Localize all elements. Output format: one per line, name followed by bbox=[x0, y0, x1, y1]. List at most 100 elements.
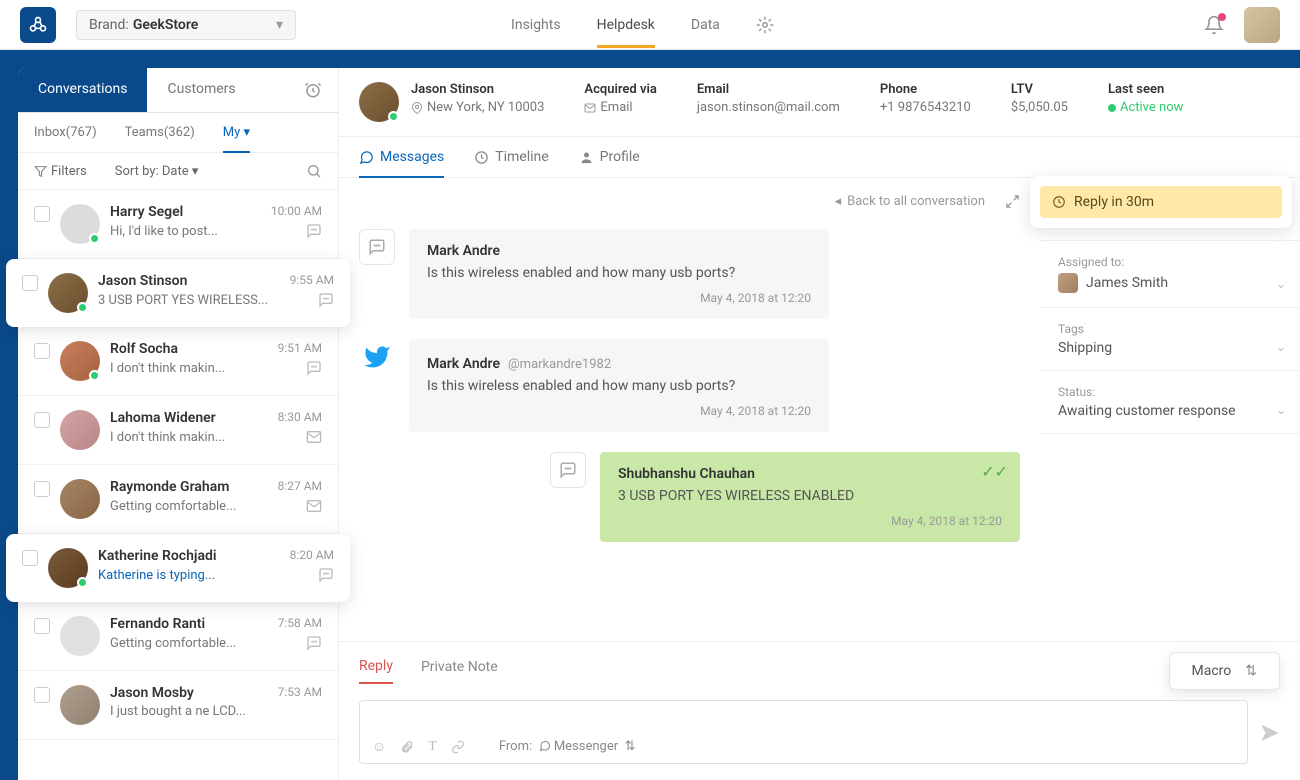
chat-icon bbox=[359, 150, 374, 165]
sort-button[interactable]: Sort by: Date ▾ bbox=[115, 164, 199, 179]
conversation-item[interactable]: Jason Stinson9:55 AM3 USB PORT YES WIREL… bbox=[6, 259, 350, 327]
gear-icon[interactable] bbox=[756, 16, 774, 34]
avatar bbox=[60, 341, 100, 381]
tab-profile[interactable]: Profile bbox=[579, 137, 640, 177]
time-label: 8:30 AM bbox=[278, 410, 322, 426]
app-logo[interactable] bbox=[20, 7, 56, 43]
filters-button[interactable]: Filters bbox=[34, 164, 87, 179]
checkbox[interactable] bbox=[34, 206, 50, 222]
emoji-icon[interactable]: ☺ bbox=[372, 738, 386, 755]
reminders-icon[interactable] bbox=[288, 68, 338, 112]
from-selector[interactable]: From: Messenger ⇅ bbox=[499, 739, 636, 754]
subtab-inbox[interactable]: Inbox(767) bbox=[34, 113, 97, 152]
time-label: 10:00 AM bbox=[271, 204, 322, 220]
filter-row: Filters Sort by: Date ▾ bbox=[18, 153, 338, 190]
expand-icon[interactable] bbox=[1005, 194, 1020, 209]
back-link[interactable]: ◂ Back to all conversation bbox=[835, 194, 985, 209]
conversation-item[interactable]: Rolf Socha9:51 AMI don't think makin... bbox=[18, 327, 338, 396]
tab-messages[interactable]: Messages bbox=[359, 137, 444, 177]
clock-icon bbox=[474, 150, 489, 165]
avatar bbox=[48, 273, 88, 313]
customer-name: Jason Stinson bbox=[411, 82, 544, 97]
conversation-item[interactable]: Harry Segel 10:00 AM Hi, I'd like to post.… bbox=[18, 190, 338, 259]
subtab-my[interactable]: My ▾ bbox=[223, 113, 250, 152]
channel-icon bbox=[318, 567, 334, 583]
checkbox[interactable] bbox=[22, 275, 38, 291]
presence-icon bbox=[89, 233, 100, 244]
chat-icon bbox=[550, 452, 586, 488]
detail-tabs: Messages Timeline Profile bbox=[339, 137, 1300, 178]
send-button[interactable]: ➤ bbox=[1258, 718, 1280, 748]
nav-helpdesk[interactable]: Helpdesk bbox=[597, 2, 655, 48]
customer-avatar bbox=[359, 82, 399, 122]
mail-icon bbox=[584, 102, 596, 114]
conversation-list: Harry Segel 10:00 AM Hi, I'd like to post.… bbox=[18, 190, 338, 780]
message-bubble: ✓✓ Shubhanshu Chauhan 3 USB PORT YES WIR… bbox=[600, 452, 1020, 542]
checkbox[interactable] bbox=[34, 412, 50, 428]
message-preview: Getting comfortable... bbox=[110, 499, 236, 514]
assigned-section[interactable]: Assigned to: James Smith ⌄ bbox=[1040, 241, 1300, 308]
twitter-icon bbox=[359, 339, 395, 375]
presence-icon bbox=[77, 302, 88, 313]
conversation-item[interactable]: Katherine Rochjadi8:20 AMKatherine is ty… bbox=[6, 534, 350, 602]
subtab-teams[interactable]: Teams(362) bbox=[125, 113, 195, 152]
right-sections: Assigned to: James Smith ⌄ Tags Shipping… bbox=[1040, 240, 1300, 434]
tab-conversations[interactable]: Conversations bbox=[18, 68, 147, 112]
tab-customers[interactable]: Customers bbox=[147, 68, 255, 112]
phone-label: Phone bbox=[880, 82, 971, 97]
chevron-down-icon: ⌄ bbox=[1276, 403, 1286, 417]
checkbox[interactable] bbox=[34, 618, 50, 634]
acquired-label: Acquired via bbox=[584, 82, 656, 97]
status-section[interactable]: Status: Awaiting customer response ⌄ bbox=[1040, 371, 1300, 434]
message-preview: Hi, I'd like to post... bbox=[110, 224, 218, 239]
tags-section[interactable]: Tags Shipping ⌄ bbox=[1040, 308, 1300, 371]
assignee-avatar bbox=[1058, 273, 1078, 293]
tab-timeline[interactable]: Timeline bbox=[474, 137, 548, 177]
message-preview: I don't think makin... bbox=[110, 361, 225, 376]
phone-value: +1 9876543210 bbox=[880, 100, 971, 115]
message-time: May 4, 2018 at 12:20 bbox=[427, 291, 811, 305]
checkbox[interactable] bbox=[34, 343, 50, 359]
message-bubble: Mark Andre Is this wireless enabled and … bbox=[409, 229, 829, 319]
delivered-icon: ✓✓ bbox=[981, 462, 1008, 481]
time-label: 9:51 AM bbox=[278, 341, 322, 357]
macro-button[interactable]: Macro⇅ bbox=[1169, 652, 1281, 690]
conversation-item[interactable]: Fernando Ranti7:58 AMGetting comfortable… bbox=[18, 602, 338, 671]
compose-box: ☺ T From: Messenger ⇅ ➤ bbox=[359, 700, 1280, 764]
contact-name: Jason Mosby bbox=[110, 685, 194, 701]
back-row: ◂ Back to all conversation bbox=[359, 194, 1020, 209]
sidebar-tabs: Conversations Customers bbox=[18, 68, 338, 113]
link-icon[interactable] bbox=[451, 740, 465, 754]
contact-name: Katherine Rochjadi bbox=[98, 548, 217, 564]
message-text: 3 USB PORT YES WIRELESS ENABLED bbox=[618, 488, 1002, 504]
chevron-down-icon: ▾ bbox=[276, 17, 283, 33]
tab-private-note[interactable]: Private Note bbox=[421, 659, 498, 683]
sidebar: Conversations Customers Inbox(767) Teams… bbox=[18, 68, 338, 780]
tab-reply[interactable]: Reply bbox=[359, 658, 393, 684]
notifications-button[interactable] bbox=[1204, 15, 1224, 35]
customer-location: New York, NY 10003 bbox=[411, 100, 544, 115]
message-item: Mark Andre@markandre1982 Is this wireles… bbox=[359, 339, 1020, 432]
chevron-down-icon: ▾ bbox=[192, 164, 199, 179]
attach-icon[interactable] bbox=[400, 740, 414, 754]
acquired-value: Email bbox=[584, 100, 656, 115]
nav-data[interactable]: Data bbox=[691, 2, 720, 48]
nav-insights[interactable]: Insights bbox=[511, 2, 561, 48]
contact-name: Harry Segel bbox=[110, 204, 183, 220]
brand-selector[interactable]: Brand: GeekStore ▾ bbox=[76, 10, 296, 40]
format-icon[interactable]: T bbox=[428, 739, 437, 755]
avatar bbox=[60, 685, 100, 725]
checkbox[interactable] bbox=[22, 550, 38, 566]
message-input[interactable]: ☺ T From: Messenger ⇅ bbox=[359, 700, 1248, 764]
search-icon[interactable] bbox=[306, 163, 322, 179]
conversation-item[interactable]: Jason Mosby7:53 AMI just bought a ne LCD… bbox=[18, 671, 338, 740]
conversation-item[interactable]: Lahoma Widener8:30 AMI don't think makin… bbox=[18, 396, 338, 465]
checkbox[interactable] bbox=[34, 481, 50, 497]
checkbox[interactable] bbox=[34, 687, 50, 703]
chevron-down-icon: ▾ bbox=[244, 125, 251, 140]
conversation-item[interactable]: Raymonde Graham8:27 AMGetting comfortabl… bbox=[18, 465, 338, 534]
compose-tools: ☺ T From: Messenger ⇅ bbox=[372, 738, 636, 755]
time-label: 7:53 AM bbox=[278, 685, 322, 701]
user-avatar[interactable] bbox=[1244, 7, 1280, 43]
message-preview: Getting comfortable... bbox=[110, 636, 236, 651]
